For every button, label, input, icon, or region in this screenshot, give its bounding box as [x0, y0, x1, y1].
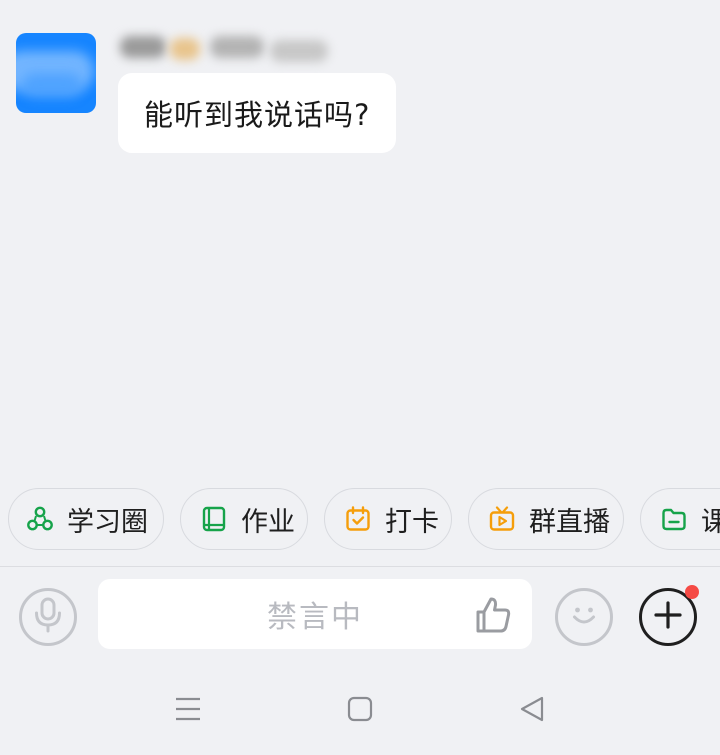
plus-icon	[653, 600, 683, 634]
muted-placeholder: 禁言中	[267, 600, 363, 635]
circle-group-icon	[25, 504, 55, 534]
sender-name: 用户	[118, 30, 120, 31]
square-home-icon	[347, 696, 373, 726]
recent-apps-button[interactable]	[174, 697, 202, 725]
message-input-field[interactable]: 禁言中	[98, 579, 532, 649]
chip-label: 作业	[241, 506, 295, 538]
thumbs-up-icon[interactable]	[472, 594, 514, 636]
mic-icon	[32, 597, 64, 637]
chip-group-live[interactable]: 群直播	[468, 488, 624, 550]
chip-study-circle[interactable]: 学习圈	[8, 488, 164, 550]
chip-label: 群直播	[529, 506, 610, 538]
chip-label: 学习圈	[67, 506, 148, 538]
triangle-back-icon	[518, 695, 546, 727]
book-icon	[199, 504, 229, 534]
notification-dot	[685, 585, 699, 599]
home-button[interactable]	[346, 696, 374, 726]
smiley-icon	[567, 598, 601, 636]
sender-avatar[interactable]	[16, 33, 96, 113]
chip-check-in[interactable]: 打卡	[324, 488, 452, 550]
avatar-blurred-content	[22, 73, 82, 97]
message-bubble[interactable]: 能听到我说话吗?	[118, 73, 397, 153]
chip-homework[interactable]: 作业	[180, 488, 308, 550]
chip-course[interactable]: 课	[640, 488, 720, 550]
message-text: 能听到我说话吗?	[144, 98, 371, 132]
emoji-button[interactable]	[555, 588, 613, 646]
chat-message-area[interactable]: 用户 能听到我说话吗?	[0, 0, 720, 470]
input-bar: 禁言中	[0, 567, 720, 665]
tv-play-icon	[487, 504, 517, 534]
calendar-check-icon	[343, 504, 373, 534]
voice-input-button[interactable]	[19, 588, 77, 646]
menu-icon	[174, 696, 202, 726]
chip-label: 课	[701, 506, 720, 538]
folder-icon	[659, 504, 689, 534]
quick-action-bar[interactable]: 学习圈 作业 打卡 群直播 课	[0, 488, 720, 552]
chip-label: 打卡	[385, 506, 439, 538]
back-button[interactable]	[518, 695, 546, 727]
sender-name-blurred: 用户	[118, 30, 330, 64]
system-navigation-bar	[0, 665, 720, 755]
